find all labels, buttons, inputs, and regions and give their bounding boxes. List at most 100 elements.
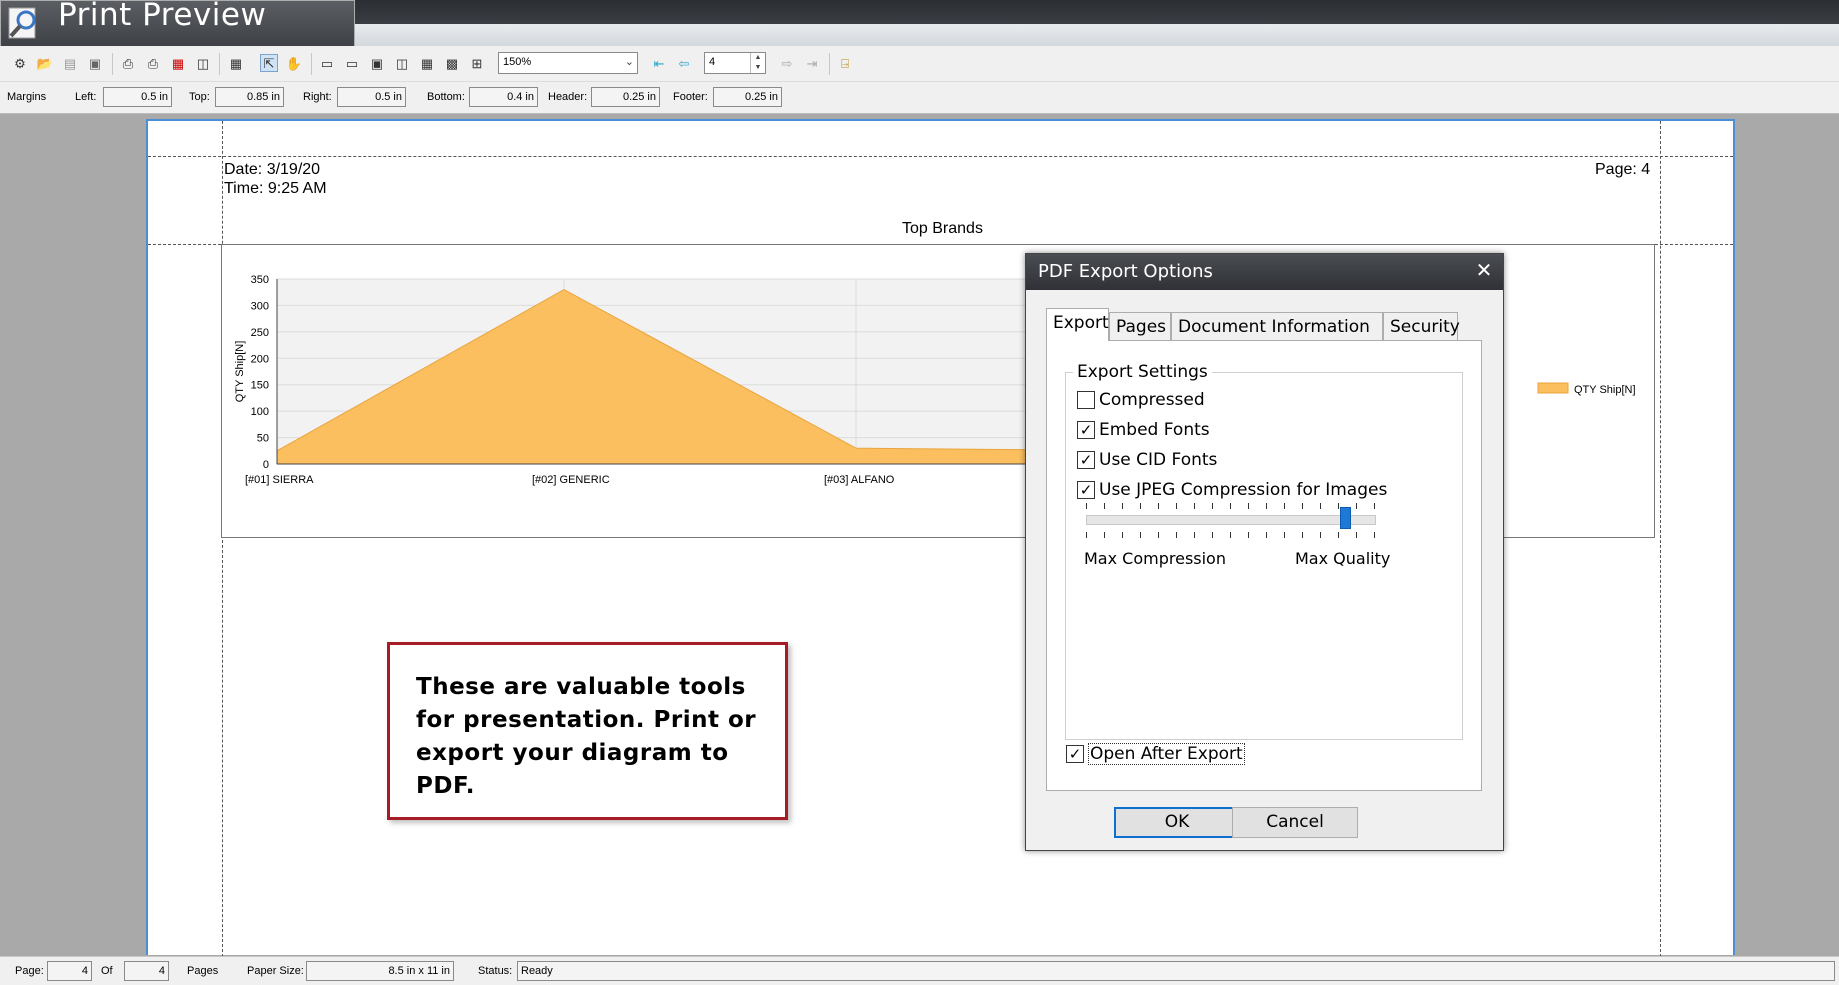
page-field: 4: [47, 961, 92, 981]
slider-tick: [1194, 532, 1195, 538]
zoom-pages-icon[interactable]: ⊞: [468, 54, 486, 72]
separator: [112, 53, 113, 75]
slider-tick: [1284, 503, 1285, 509]
checkbox-icon[interactable]: ✓: [1077, 451, 1095, 469]
slider-tick: [1338, 532, 1339, 538]
spinner-arrows-icon[interactable]: ▲ ▼: [750, 53, 765, 73]
grid-icon[interactable]: ▦: [227, 54, 245, 72]
chevron-down-icon: ⌄: [624, 56, 634, 68]
fit-page-icon[interactable]: ▣: [368, 54, 386, 72]
checkbox-label: Open After Export: [1088, 743, 1245, 765]
window-title-bar: Print Preview: [0, 0, 1839, 46]
tab-security[interactable]: Security: [1383, 312, 1460, 340]
header-margin-label: Header:: [548, 91, 588, 103]
bottom-margin-field[interactable]: 0.4 in: [469, 87, 538, 107]
slider-tick: [1356, 532, 1357, 538]
compressed-checkbox[interactable]: Compressed: [1077, 389, 1205, 411]
jpeg-compression-checkbox[interactable]: ✓ Use JPEG Compression for Images: [1077, 479, 1387, 501]
print-preview-icon: [8, 7, 36, 39]
slider-tick: [1158, 503, 1159, 509]
slider-tick: [1320, 503, 1321, 509]
slider-tick: [1194, 503, 1195, 509]
status-field: Ready: [517, 961, 1835, 981]
slider-tick: [1104, 503, 1105, 509]
x-tick-label: [#01] SIERRA: [245, 474, 314, 486]
slider-tick: [1284, 532, 1285, 538]
single-page-icon[interactable]: ▭: [318, 54, 336, 72]
first-page-icon[interactable]: ⇤: [650, 54, 668, 72]
exit-icon[interactable]: ⍈: [836, 54, 854, 72]
pointer-mode-icon[interactable]: ⇱: [260, 54, 278, 72]
book-icon[interactable]: ◫: [194, 54, 212, 72]
header-margin-field[interactable]: 0.25 in: [591, 87, 660, 107]
tab-document-information[interactable]: Document Information: [1171, 312, 1383, 340]
zoom-select[interactable]: 150% ⌄: [498, 52, 638, 74]
close-icon[interactable]: ✕: [1472, 259, 1496, 283]
slider-tick: [1140, 503, 1141, 509]
previous-page-icon[interactable]: ⇦: [675, 54, 693, 72]
toolbar: ⚙ 📂 ▤ ▣ ⎙ ⎙ ▦ ◫ ▦ ⇱ ✋ ▭ ▭ ▣ ◫ ▦ ▩ ⊞ 150%…: [0, 46, 1839, 82]
right-margin-field[interactable]: 0.5 in: [337, 87, 406, 107]
checkbox-icon[interactable]: ✓: [1066, 745, 1084, 763]
legend-swatch: [1537, 382, 1569, 394]
settings-icon[interactable]: ⚙: [11, 54, 29, 72]
cancel-button[interactable]: Cancel: [1232, 807, 1358, 838]
separator: [219, 53, 220, 75]
ok-button[interactable]: OK: [1114, 807, 1240, 838]
slider-tick: [1338, 503, 1339, 509]
bottom-margin-label: Bottom:: [427, 91, 465, 103]
right-margin-line: [1660, 121, 1661, 957]
slider-tick: [1176, 532, 1177, 538]
export-icon[interactable]: ▤: [61, 54, 79, 72]
y-axis-label: QTY Ship[N]: [234, 341, 246, 403]
slider-tick: [1212, 503, 1213, 509]
embed-fonts-checkbox[interactable]: ✓ Embed Fonts: [1077, 419, 1210, 441]
y-tick-label: 300: [251, 300, 269, 312]
report-page-number: Page: 4: [1595, 161, 1651, 178]
checkbox-icon[interactable]: ✓: [1077, 421, 1095, 439]
use-cid-fonts-checkbox[interactable]: ✓ Use CID Fonts: [1077, 449, 1217, 471]
slider-tick: [1248, 503, 1249, 509]
page-number-input[interactable]: 4 ▲ ▼: [704, 52, 766, 74]
next-page-icon[interactable]: ⇨: [778, 54, 796, 72]
x-tick-label: [#03] ALFANO: [824, 474, 895, 486]
page-width-icon[interactable]: ▭: [343, 54, 361, 72]
tab-export[interactable]: Export: [1046, 308, 1109, 341]
page-number-value: 4: [709, 56, 716, 68]
slider-tick: [1374, 532, 1375, 538]
slider-tick: [1320, 532, 1321, 538]
two-pages-icon[interactable]: ◫: [393, 54, 411, 72]
hand-mode-icon[interactable]: ✋: [285, 54, 303, 72]
footer-margin-field[interactable]: 0.25 in: [713, 87, 782, 107]
last-page-icon[interactable]: ⇥: [803, 54, 821, 72]
margins-label: Margins: [7, 91, 47, 103]
export-settings-label: Export Settings: [1073, 362, 1212, 382]
save-icon[interactable]: ▣: [86, 54, 104, 72]
four-pages-icon[interactable]: ▦: [418, 54, 436, 72]
dialog-title: PDF Export Options: [1038, 261, 1213, 282]
slider-tick: [1212, 532, 1213, 538]
checkbox-icon[interactable]: ✓: [1077, 481, 1095, 499]
jpeg-quality-slider[interactable]: [1086, 515, 1376, 525]
checkbox-label: Embed Fonts: [1099, 420, 1210, 440]
tab-pages[interactable]: Pages: [1109, 312, 1171, 340]
print-icon[interactable]: ⎙: [119, 54, 137, 72]
top-margin-field[interactable]: 0.85 in: [215, 87, 284, 107]
export-pdf-icon[interactable]: ▦: [169, 54, 187, 72]
x-tick-label: [#02] GENERIC: [532, 474, 610, 486]
slider-tick: [1356, 503, 1357, 509]
checkbox-icon[interactable]: [1077, 391, 1095, 409]
multi-pages-icon[interactable]: ▩: [443, 54, 461, 72]
quick-print-icon[interactable]: ⎙: [144, 54, 162, 72]
left-margin-label: Left:: [75, 91, 97, 103]
slider-tick: [1266, 532, 1267, 538]
checkbox-label: Use JPEG Compression for Images: [1099, 480, 1388, 500]
open-after-export-checkbox[interactable]: ✓ Open After Export: [1066, 742, 1245, 766]
slider-thumb[interactable]: [1340, 507, 1351, 529]
open-folder-icon[interactable]: 📂: [36, 54, 54, 72]
report-date: Date: 3/19/20: [224, 161, 321, 178]
left-margin-field[interactable]: 0.5 in: [103, 87, 172, 107]
header-margin-line: [148, 156, 1733, 157]
top-margin-label: Top:: [189, 91, 210, 103]
dialog-title-bar: PDF Export Options ✕: [1026, 254, 1503, 290]
